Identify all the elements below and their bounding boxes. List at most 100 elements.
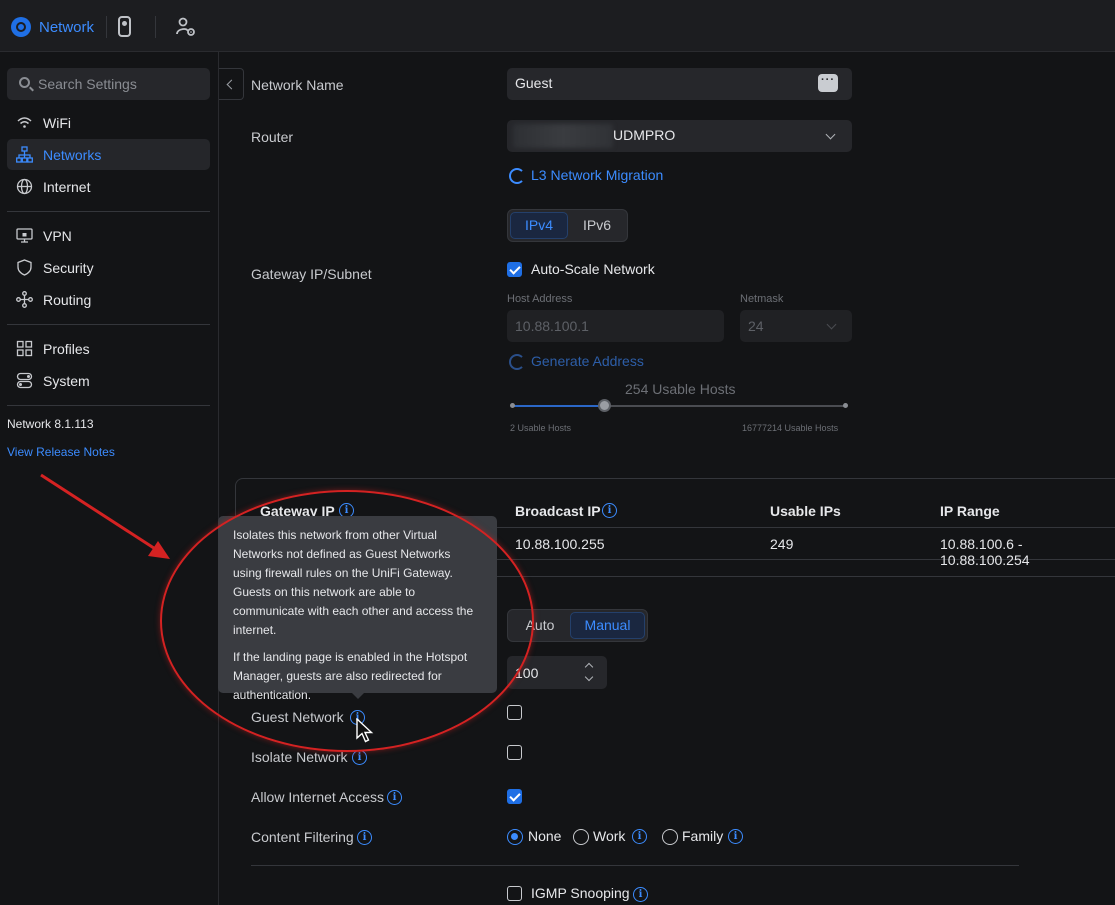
search-box[interactable] (7, 68, 210, 100)
release-notes-link[interactable]: View Release Notes (7, 445, 115, 459)
divider (7, 324, 210, 325)
table-header: Broadcast IP (515, 503, 601, 519)
auto-scale-checkbox[interactable] (507, 262, 522, 277)
divider (106, 16, 107, 38)
igmp-snooping-checkbox[interactable] (507, 886, 522, 901)
decrement-icon[interactable] (584, 672, 594, 682)
filter-family-radio[interactable] (662, 829, 678, 845)
network-name-label: Network Name (251, 77, 344, 93)
gateway-subnet-label: Gateway IP/Subnet (251, 266, 372, 282)
netmask-value: 24 (748, 318, 764, 334)
slider-min-dot (510, 403, 515, 408)
section-divider (251, 865, 1019, 866)
filter-none-radio[interactable] (507, 829, 523, 845)
allow-internet-checkbox[interactable] (507, 789, 522, 804)
sidebar-item-system[interactable]: System (7, 365, 210, 396)
network-name-field[interactable]: Guest ··· (507, 68, 852, 100)
slider-max-dot (843, 403, 848, 408)
slider-min-label: 2 Usable Hosts (510, 423, 572, 433)
netmask-label: Netmask (740, 293, 784, 305)
top-bar: Network (0, 0, 1115, 52)
sidebar-item-label: System (43, 373, 90, 389)
globe-icon (16, 178, 33, 195)
profiles-icon (16, 340, 33, 357)
redacted-block (513, 124, 613, 148)
sidebar-item-label: VPN (43, 228, 72, 244)
sidebar-item-label: WiFi (43, 115, 71, 131)
network-logo-icon[interactable] (11, 17, 31, 37)
sync-icon (509, 354, 525, 370)
info-icon[interactable]: i (632, 829, 647, 844)
info-icon[interactable]: i (633, 887, 648, 902)
search-input[interactable] (38, 68, 203, 100)
auto-scale-label: Auto-Scale Network (531, 261, 655, 277)
generate-address-link[interactable]: Generate Address (531, 353, 644, 369)
search-icon (19, 77, 30, 88)
divider (7, 211, 210, 212)
routing-icon (16, 291, 33, 308)
section-divider (497, 576, 1115, 577)
increment-icon[interactable] (584, 662, 594, 672)
mouse-cursor-icon (356, 718, 374, 743)
host-address-value: 10.88.100.1 (515, 318, 589, 334)
sync-icon (509, 168, 525, 184)
sidebar-item-internet[interactable]: Internet (7, 171, 210, 202)
isolate-network-checkbox[interactable] (507, 745, 522, 760)
shield-icon (17, 259, 32, 276)
sidebar-item-profiles[interactable]: Profiles (7, 333, 210, 364)
info-icon[interactable]: i (357, 830, 372, 845)
annotation-ellipse (160, 490, 534, 752)
vpn-icon (16, 228, 33, 243)
user-settings-icon[interactable] (176, 17, 196, 37)
sidebar-item-security[interactable]: Security (7, 252, 210, 283)
netmask-select[interactable]: 24 (740, 310, 852, 342)
divider (7, 405, 210, 406)
table-cell: 10.88.100.6 - 10.88.100.254 (940, 536, 1030, 568)
filter-family-label: Family (682, 828, 724, 844)
info-icon[interactable]: i (387, 790, 402, 805)
sidebar-item-label: Routing (43, 292, 92, 308)
ip-version-tabs: IPv4 IPv6 (507, 209, 628, 242)
tab-manual[interactable]: Manual (570, 612, 645, 639)
info-icon[interactable]: i (728, 829, 743, 844)
toggles-icon (16, 372, 33, 389)
sidebar-item-vpn[interactable]: VPN (7, 220, 210, 251)
table-cell: 249 (770, 536, 794, 552)
more-icon[interactable]: ··· (818, 74, 838, 92)
filter-work-label: Work (593, 828, 626, 844)
divider (155, 16, 156, 38)
router-select[interactable]: UDMPRO (507, 120, 852, 152)
host-address-label: Host Address (507, 293, 573, 305)
usable-hosts-text: 254 Usable Hosts (625, 381, 736, 397)
tab-ipv4[interactable]: IPv4 (510, 212, 568, 239)
network-topology-icon (16, 146, 33, 163)
host-address-field[interactable]: 10.88.100.1 (507, 310, 724, 342)
sidebar-item-wifi[interactable]: WiFi (7, 107, 210, 138)
slider-max-label: 16777214 Usable Hosts (742, 423, 839, 433)
sidebar-item-routing[interactable]: Routing (7, 284, 210, 315)
app-name[interactable]: Network (39, 19, 94, 36)
sidebar-item-label: Internet (43, 179, 91, 195)
sidebar-item-label: Profiles (43, 341, 90, 357)
chevron-down-icon (825, 129, 836, 140)
igmp-snooping-label: IGMP Snooping (531, 885, 630, 901)
sidebar-item-networks[interactable]: Networks (7, 139, 210, 170)
device-icon[interactable] (118, 16, 131, 37)
filter-work-radio[interactable] (573, 829, 589, 845)
wifi-icon (17, 117, 32, 128)
guest-network-checkbox[interactable] (507, 705, 522, 720)
info-icon[interactable]: i (602, 503, 617, 518)
hosts-slider-thumb[interactable] (598, 399, 611, 412)
sidebar-item-label: Security (43, 260, 94, 276)
allow-internet-label: Allow Internet Access (251, 789, 385, 805)
info-icon[interactable]: i (352, 750, 367, 765)
version-text: Network 8.1.113 (7, 417, 94, 431)
collapse-sidebar-button[interactable] (219, 68, 244, 100)
content-filtering-label: Content Filtering (251, 829, 354, 845)
l3-migration-link[interactable]: L3 Network Migration (531, 167, 663, 183)
sidebar-item-label: Networks (43, 147, 102, 163)
filter-none-label: None (528, 828, 562, 844)
tab-ipv6[interactable]: IPv6 (568, 212, 626, 239)
sidebar: WiFi Networks Internet VPN Secu (0, 52, 219, 905)
hosts-slider-fill (513, 405, 604, 407)
